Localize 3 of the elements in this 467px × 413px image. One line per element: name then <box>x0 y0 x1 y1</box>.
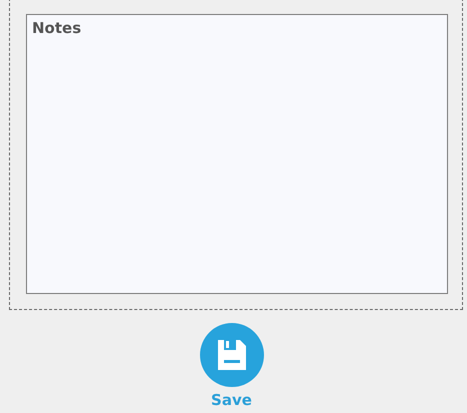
notes-label: Notes <box>32 19 82 37</box>
floppy-disk-icon <box>200 323 264 387</box>
notes-field[interactable]: Notes <box>26 14 448 294</box>
